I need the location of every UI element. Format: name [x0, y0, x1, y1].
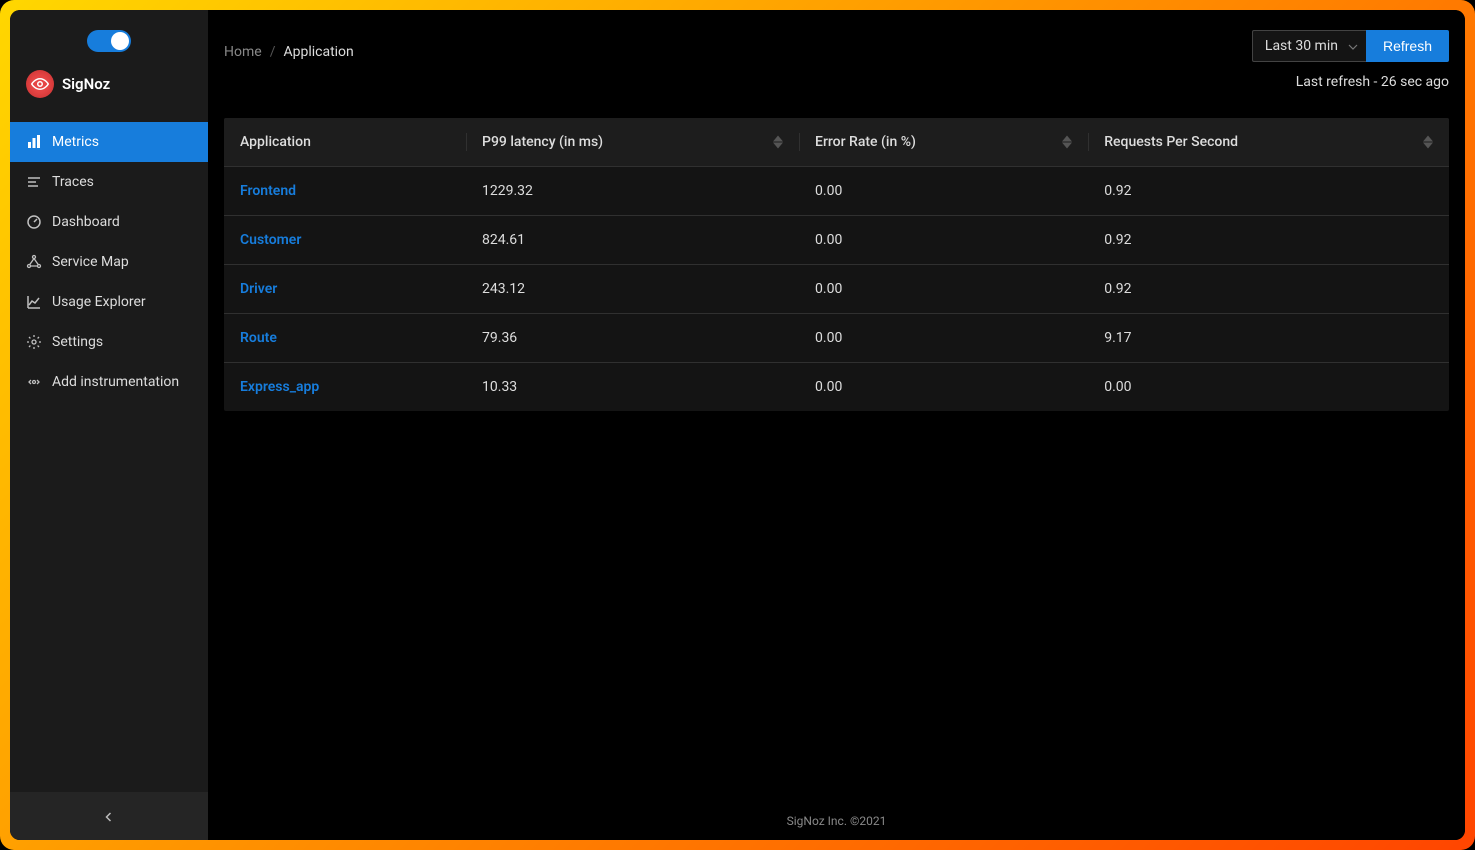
application-link[interactable]: Express_app [240, 379, 319, 395]
sidebar: SigNoz Metrics Traces [10, 10, 208, 840]
col-rps[interactable]: Requests Per Second [1088, 118, 1449, 167]
eye-icon [26, 70, 54, 98]
breadcrumb-current: Application [283, 44, 353, 60]
cell-p99: 824.61 [466, 216, 799, 265]
sort-icon [1062, 136, 1072, 149]
sidebar-item-traces[interactable]: Traces [10, 162, 208, 202]
cell-rps: 0.92 [1088, 216, 1449, 265]
col-error-rate[interactable]: Error Rate (in %) [799, 118, 1088, 167]
sidebar-collapse-button[interactable] [10, 792, 208, 840]
sidebar-item-settings[interactable]: Settings [10, 322, 208, 362]
sidebar-item-dashboard[interactable]: Dashboard [10, 202, 208, 242]
sidebar-item-label: Traces [52, 174, 94, 190]
sidebar-item-usage-explorer[interactable]: Usage Explorer [10, 282, 208, 322]
sidebar-item-label: Service Map [52, 254, 129, 270]
cell-p99: 1229.32 [466, 167, 799, 216]
cell-rps: 9.17 [1088, 314, 1449, 363]
cell-rps: 0.92 [1088, 167, 1449, 216]
application-link[interactable]: Frontend [240, 183, 296, 199]
brand-name: SigNoz [62, 75, 110, 93]
breadcrumb-separator: / [270, 44, 276, 60]
application-link[interactable]: Driver [240, 281, 277, 297]
cell-error: 0.00 [799, 363, 1088, 412]
col-application: Application [224, 118, 466, 167]
last-refresh-text: Last refresh - 26 sec ago [1296, 74, 1449, 90]
sort-icon [773, 136, 783, 149]
dashboard-icon [26, 214, 42, 230]
sidebar-item-metrics[interactable]: Metrics [10, 122, 208, 162]
timerange-value: Last 30 min [1265, 38, 1338, 54]
cell-error: 0.00 [799, 314, 1088, 363]
api-icon [26, 374, 42, 390]
application-link[interactable]: Route [240, 330, 277, 346]
cell-rps: 0.00 [1088, 363, 1449, 412]
application-link[interactable]: Customer [240, 232, 301, 248]
deployment-icon [26, 254, 42, 270]
main-content: Home / Application Last 30 min Refres [208, 10, 1465, 840]
brand-logo[interactable]: SigNoz [26, 70, 110, 98]
table-row: Express_app10.330.000.00 [224, 363, 1449, 412]
cell-p99: 10.33 [466, 363, 799, 412]
cell-error: 0.00 [799, 265, 1088, 314]
footer-text: SigNoz Inc. ©2021 [208, 814, 1465, 828]
sidebar-item-service-map[interactable]: Service Map [10, 242, 208, 282]
breadcrumb: Home / Application [224, 44, 354, 60]
table-row: Frontend 1229.320.000.92 [224, 167, 1449, 216]
breadcrumb-home[interactable]: Home [224, 44, 262, 60]
line-chart-icon [26, 294, 42, 310]
refresh-label: Refresh [1383, 38, 1432, 54]
sidebar-item-label: Metrics [52, 134, 99, 150]
chevron-down-icon [1348, 38, 1358, 54]
sidebar-item-label: Settings [52, 334, 103, 350]
col-p99-latency[interactable]: P99 latency (in ms) [466, 118, 799, 167]
theme-toggle[interactable] [87, 30, 131, 52]
timerange-select[interactable]: Last 30 min [1252, 30, 1366, 62]
cell-error: 0.00 [799, 167, 1088, 216]
table-row: Route 79.360.009.17 [224, 314, 1449, 363]
chevron-left-icon [104, 807, 114, 826]
table-row: Customer 824.610.000.92 [224, 216, 1449, 265]
sidebar-item-label: Dashboard [52, 214, 120, 230]
applications-table: Application P99 latency (in ms) Erro [224, 118, 1449, 411]
cell-error: 0.00 [799, 216, 1088, 265]
sidebar-item-label: Usage Explorer [52, 294, 146, 310]
cell-rps: 0.92 [1088, 265, 1449, 314]
sidebar-item-label: Add instrumentation [52, 374, 179, 390]
align-left-icon [26, 174, 42, 190]
chart-bar-icon [26, 134, 42, 150]
sidebar-item-add-instrumentation[interactable]: Add instrumentation [10, 362, 208, 402]
refresh-button[interactable]: Refresh [1366, 30, 1449, 62]
gear-icon [26, 334, 42, 350]
cell-p99: 243.12 [466, 265, 799, 314]
table-row: Driver 243.120.000.92 [224, 265, 1449, 314]
nav-list: Metrics Traces Dashboard [10, 122, 208, 402]
sort-icon [1423, 136, 1433, 149]
cell-p99: 79.36 [466, 314, 799, 363]
